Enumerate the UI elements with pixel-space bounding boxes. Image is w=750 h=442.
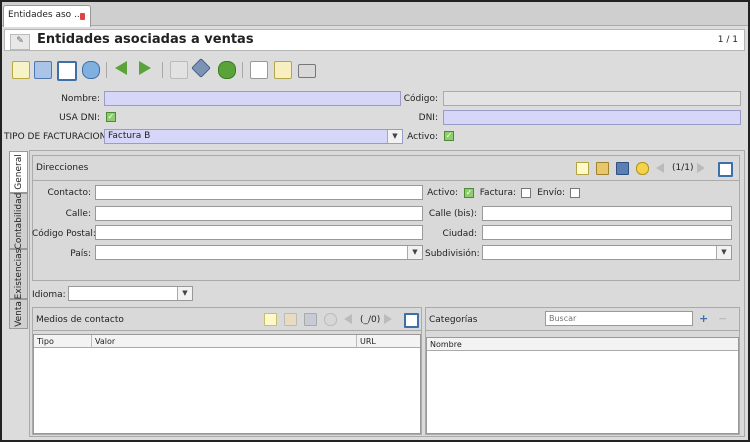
new-icon[interactable] xyxy=(12,61,30,79)
dni-field[interactable] xyxy=(443,110,741,125)
dni-label: DNI: xyxy=(418,113,438,123)
codigo-label: Código: xyxy=(403,94,438,104)
calle-field[interactable] xyxy=(95,206,423,221)
divider xyxy=(32,330,422,331)
column-header[interactable]: Nombre xyxy=(427,338,738,351)
divider xyxy=(32,180,740,181)
column-header[interactable]: URL xyxy=(357,335,420,348)
tab-general[interactable]: General xyxy=(9,151,28,193)
categorias-title: Categorías xyxy=(429,315,478,325)
delete-icon[interactable] xyxy=(304,313,317,326)
usa-dni-checkbox[interactable]: ✓ xyxy=(106,112,116,122)
close-tab-icon[interactable] xyxy=(80,13,85,20)
usa-dni-label: USA DNI: xyxy=(59,113,100,123)
previous-record-icon[interactable] xyxy=(344,314,352,324)
categorias-search-input[interactable] xyxy=(545,311,693,326)
reload-icon[interactable] xyxy=(218,61,236,79)
previous-icon[interactable] xyxy=(115,61,127,75)
star-icon[interactable] xyxy=(324,313,337,326)
toolbar-separator xyxy=(242,62,243,78)
switch-view-icon[interactable] xyxy=(404,313,419,328)
direcciones-title: Direcciones xyxy=(36,163,89,173)
tab-venta[interactable]: Venta xyxy=(9,299,28,329)
chevron-down-icon[interactable]: ▼ xyxy=(387,130,402,143)
new-record-icon[interactable] xyxy=(264,313,277,326)
pais-label: País: xyxy=(70,249,91,259)
tipo-facturacion-select[interactable]: Factura B ▼ xyxy=(104,129,403,144)
column-header[interactable]: Valor xyxy=(92,335,357,348)
main-toolbar xyxy=(4,55,745,89)
ciudad-field[interactable] xyxy=(482,225,732,240)
save-icon[interactable] xyxy=(34,61,52,79)
tab-entidades[interactable]: Entidades aso ... xyxy=(3,5,91,27)
open-icon[interactable] xyxy=(284,313,297,326)
record-counter: 1 / 1 xyxy=(717,35,738,45)
medios-pager: (_/0) xyxy=(360,315,381,325)
column-header[interactable]: Tipo xyxy=(34,335,92,348)
print-icon[interactable] xyxy=(298,64,316,78)
toolbar-separator xyxy=(162,62,163,78)
categorias-grid[interactable]: Nombre xyxy=(426,337,739,434)
vertical-tabs: General Contabilidad Existencias Venta xyxy=(9,151,29,431)
subdivision-label: Subdivisión: xyxy=(425,249,480,259)
fullscreen-icon[interactable] xyxy=(57,61,77,81)
next-record-icon[interactable] xyxy=(697,163,705,173)
nombre-label: Nombre: xyxy=(61,94,100,104)
chevron-down-icon[interactable]: ▼ xyxy=(407,246,422,259)
tab-contabilidad[interactable]: Contabilidad xyxy=(9,193,28,249)
idioma-label: Idioma: xyxy=(32,290,66,300)
medios-title: Medios de contacto xyxy=(36,315,124,325)
calle-label: Calle: xyxy=(65,209,91,219)
subdivision-select[interactable]: ▼ xyxy=(482,245,732,260)
chevron-down-icon[interactable]: ▼ xyxy=(177,287,192,300)
switch-icon[interactable] xyxy=(191,58,211,78)
calle-bis-label: Calle (bis): xyxy=(428,209,477,219)
tipo-facturacion-label: TIPO DE FACTURACION: xyxy=(4,132,110,142)
add-icon[interactable]: + xyxy=(699,312,708,325)
contacto-field[interactable] xyxy=(95,185,423,200)
envio-label: Envío: xyxy=(537,188,565,198)
open-icon[interactable] xyxy=(596,162,609,175)
medios-grid[interactable]: Tipo Valor URL xyxy=(33,334,421,434)
nombre-field[interactable] xyxy=(104,91,401,106)
wand-icon[interactable]: ✎ xyxy=(10,34,30,50)
star-icon[interactable] xyxy=(636,162,649,175)
toolbar-separator xyxy=(106,62,107,78)
factura-label: Factura: xyxy=(479,188,516,198)
tab-existencias[interactable]: Existencias xyxy=(9,249,28,299)
idioma-select[interactable]: ▼ xyxy=(68,286,193,301)
next-icon[interactable] xyxy=(139,61,151,75)
new-record-icon[interactable] xyxy=(576,162,589,175)
dir-activo-label: Activo: xyxy=(427,188,458,198)
factura-checkbox[interactable] xyxy=(521,188,531,198)
codigo-postal-field[interactable] xyxy=(95,225,423,240)
tab-strip xyxy=(2,2,748,26)
tipo-facturacion-value: Factura B xyxy=(108,131,151,141)
page-title: Entidades asociadas a ventas xyxy=(37,32,254,47)
codigo-postal-label: Código Postal: xyxy=(32,229,96,239)
note-icon[interactable] xyxy=(250,61,268,79)
calle-bis-field[interactable] xyxy=(482,206,732,221)
switch-view-icon[interactable] xyxy=(718,162,733,177)
remove-icon[interactable]: − xyxy=(718,312,727,325)
envio-checkbox[interactable] xyxy=(570,188,580,198)
contacto-label: Contacto: xyxy=(47,188,91,198)
tab-label: Entidades aso ... xyxy=(8,10,83,20)
title-bar: ✎ Entidades asociadas a ventas 1 / 1 xyxy=(4,29,745,51)
next-record-icon[interactable] xyxy=(384,314,392,324)
refresh-icon[interactable] xyxy=(82,61,100,79)
ciudad-label: Ciudad: xyxy=(442,229,477,239)
chevron-down-icon[interactable]: ▼ xyxy=(716,246,731,259)
dir-activo-checkbox[interactable]: ✓ xyxy=(464,188,474,198)
codigo-field[interactable] xyxy=(443,91,741,106)
divider xyxy=(425,330,740,331)
attach-icon[interactable] xyxy=(170,61,188,79)
delete-icon[interactable] xyxy=(616,162,629,175)
previous-record-icon[interactable] xyxy=(656,163,664,173)
edit-note-icon[interactable] xyxy=(274,61,292,79)
activo-checkbox[interactable]: ✓ xyxy=(444,131,454,141)
pais-select[interactable]: ▼ xyxy=(95,245,423,260)
direcciones-pager: (1/1) xyxy=(672,163,694,173)
activo-label: Activo: xyxy=(407,132,438,142)
